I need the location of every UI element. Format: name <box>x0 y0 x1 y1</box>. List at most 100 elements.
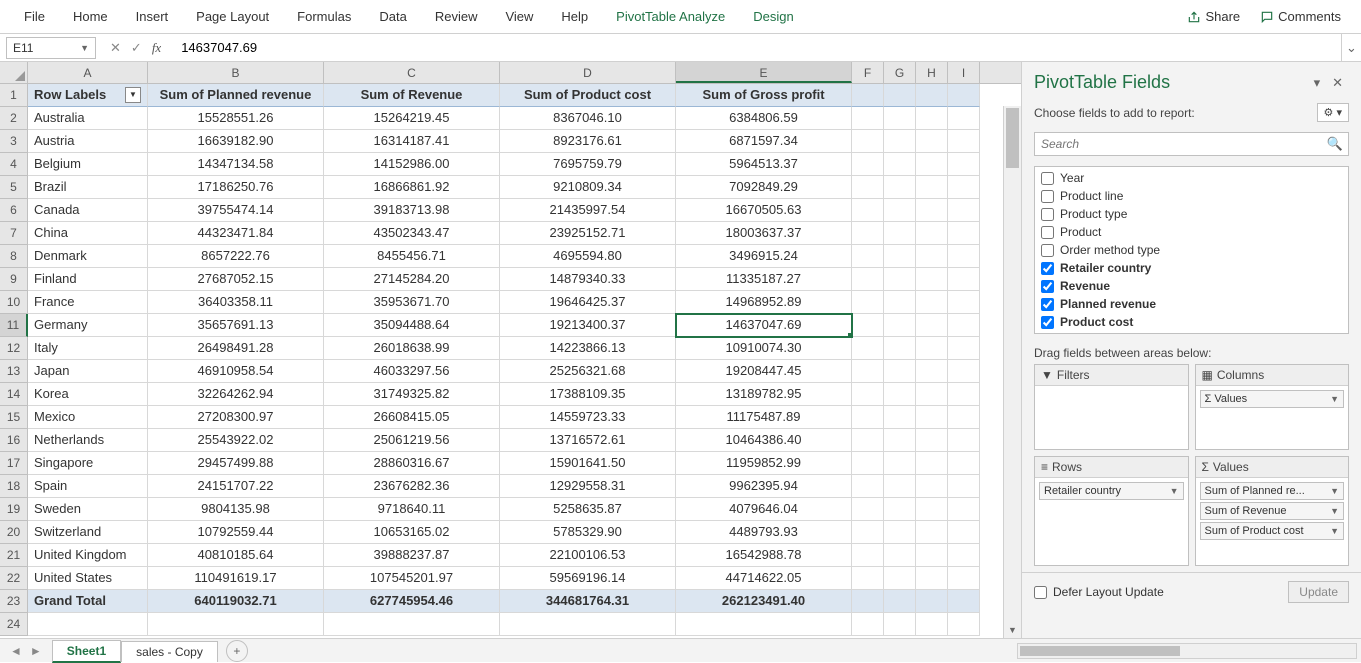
cell[interactable] <box>916 406 948 429</box>
menu-pivottable-analyze[interactable]: PivotTable Analyze <box>602 1 739 32</box>
field-item[interactable]: Product line <box>1035 187 1348 205</box>
cell[interactable]: 44323471.84 <box>148 222 324 245</box>
cell[interactable]: 46033297.56 <box>324 360 500 383</box>
cell[interactable]: Sum of Revenue <box>324 84 500 107</box>
cell[interactable] <box>948 590 980 613</box>
cell[interactable] <box>884 107 916 130</box>
cell[interactable]: 44714622.05 <box>676 567 852 590</box>
cell[interactable] <box>916 222 948 245</box>
cell[interactable] <box>852 314 884 337</box>
cell[interactable]: 17388109.35 <box>500 383 676 406</box>
cell[interactable] <box>916 590 948 613</box>
cell[interactable]: 14152986.00 <box>324 153 500 176</box>
cell[interactable]: 11335187.27 <box>676 268 852 291</box>
cell[interactable] <box>916 199 948 222</box>
row-header[interactable]: 17 <box>0 452 28 475</box>
cell[interactable] <box>948 406 980 429</box>
cell[interactable] <box>852 245 884 268</box>
cell[interactable] <box>916 130 948 153</box>
field-checkbox[interactable] <box>1041 262 1054 275</box>
cell[interactable]: 19213400.37 <box>500 314 676 337</box>
cell[interactable] <box>916 475 948 498</box>
chevron-down-icon[interactable]: ▼ <box>80 43 89 53</box>
cell[interactable] <box>852 130 884 153</box>
cell[interactable]: 14637047.69 <box>676 314 852 337</box>
area-tag[interactable]: Σ Values▼ <box>1200 390 1345 408</box>
defer-update-checkbox[interactable]: Defer Layout Update <box>1034 585 1164 599</box>
cell[interactable] <box>884 498 916 521</box>
cell[interactable] <box>852 268 884 291</box>
cell[interactable]: Mexico <box>28 406 148 429</box>
cell[interactable]: 29457499.88 <box>148 452 324 475</box>
cell[interactable] <box>884 567 916 590</box>
chevron-down-icon[interactable]: ▼ <box>1330 394 1339 404</box>
cell[interactable] <box>948 567 980 590</box>
fields-search-input[interactable] <box>1034 132 1349 156</box>
menu-view[interactable]: View <box>491 1 547 32</box>
area-values[interactable]: ΣValues Sum of Planned re...▼Sum of Reve… <box>1195 456 1350 566</box>
cell[interactable]: 16866861.92 <box>324 176 500 199</box>
cell[interactable]: 43502343.47 <box>324 222 500 245</box>
cell[interactable]: Brazil <box>28 176 148 199</box>
cell[interactable]: Italy <box>28 337 148 360</box>
cell[interactable]: 28860316.67 <box>324 452 500 475</box>
filter-dropdown-icon[interactable]: ▼ <box>125 87 141 103</box>
vertical-scrollbar[interactable]: ▲ ▼ <box>1003 106 1021 638</box>
cell[interactable]: Japan <box>28 360 148 383</box>
field-item[interactable]: Planned revenue <box>1035 295 1348 313</box>
cell[interactable] <box>852 107 884 130</box>
cell[interactable]: 35657691.13 <box>148 314 324 337</box>
field-checkbox[interactable] <box>1041 316 1054 329</box>
cell[interactable] <box>884 613 916 636</box>
scroll-down-icon[interactable]: ▼ <box>1004 622 1021 638</box>
cell[interactable]: Singapore <box>28 452 148 475</box>
cell[interactable]: 4079646.04 <box>676 498 852 521</box>
cell[interactable] <box>948 544 980 567</box>
cell[interactable]: 10792559.44 <box>148 521 324 544</box>
chevron-down-icon[interactable]: ▼ <box>1170 486 1179 496</box>
cell[interactable] <box>852 337 884 360</box>
row-header[interactable]: 24 <box>0 613 28 636</box>
cell[interactable] <box>884 544 916 567</box>
cell[interactable] <box>884 291 916 314</box>
row-header[interactable]: 4 <box>0 153 28 176</box>
cell[interactable] <box>948 153 980 176</box>
cell[interactable]: 11959852.99 <box>676 452 852 475</box>
cell[interactable] <box>948 199 980 222</box>
cell[interactable] <box>948 475 980 498</box>
cell[interactable] <box>916 360 948 383</box>
cell[interactable] <box>948 360 980 383</box>
menu-file[interactable]: File <box>10 1 59 32</box>
share-button[interactable]: Share <box>1177 3 1250 30</box>
cell[interactable] <box>148 613 324 636</box>
cell[interactable] <box>916 84 948 107</box>
cell[interactable] <box>884 475 916 498</box>
select-all-corner[interactable] <box>0 62 28 83</box>
row-header[interactable]: 12 <box>0 337 28 360</box>
row-header[interactable]: 19 <box>0 498 28 521</box>
cell[interactable] <box>884 176 916 199</box>
cell[interactable]: 9210809.34 <box>500 176 676 199</box>
row-header[interactable]: 20 <box>0 521 28 544</box>
cell[interactable]: 19208447.45 <box>676 360 852 383</box>
col-header-I[interactable]: I <box>948 62 980 83</box>
col-header-F[interactable]: F <box>852 62 884 83</box>
cancel-icon[interactable]: ✕ <box>110 40 121 56</box>
cell[interactable]: 262123491.40 <box>676 590 852 613</box>
field-checkbox[interactable] <box>1041 280 1054 293</box>
cell[interactable] <box>324 613 500 636</box>
cell[interactable]: 26498491.28 <box>148 337 324 360</box>
cell[interactable]: 4695594.80 <box>500 245 676 268</box>
field-item[interactable]: Revenue <box>1035 277 1348 295</box>
cell[interactable]: 10653165.02 <box>324 521 500 544</box>
cell[interactable]: 627745954.46 <box>324 590 500 613</box>
cell[interactable] <box>916 383 948 406</box>
cell[interactable]: 14879340.33 <box>500 268 676 291</box>
cell[interactable] <box>852 84 884 107</box>
cell[interactable]: Sum of Product cost <box>500 84 676 107</box>
row-header[interactable]: 13 <box>0 360 28 383</box>
cell[interactable]: Korea <box>28 383 148 406</box>
cell[interactable]: 11175487.89 <box>676 406 852 429</box>
area-tag[interactable]: Sum of Planned re...▼ <box>1200 482 1345 500</box>
cell[interactable] <box>916 153 948 176</box>
